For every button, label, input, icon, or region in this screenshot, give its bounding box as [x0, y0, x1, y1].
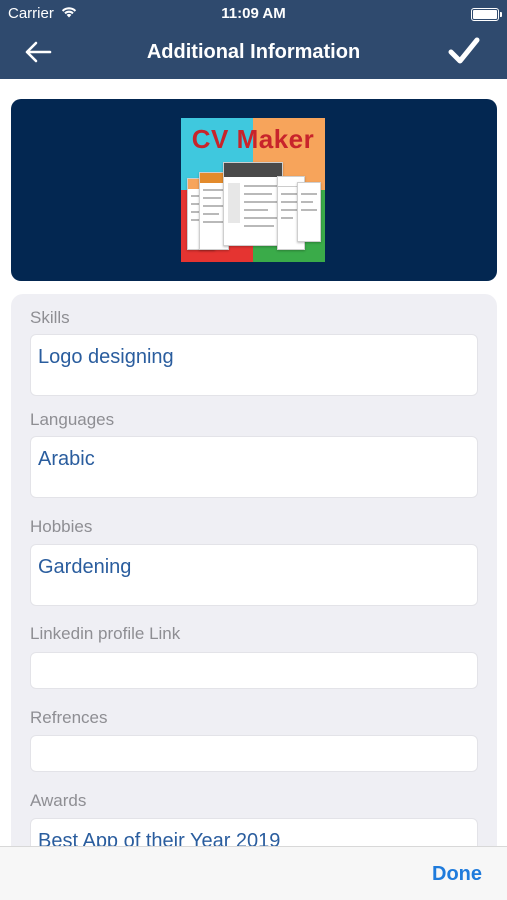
logo-text: CV Maker: [191, 124, 315, 154]
status-time: 11:09 AM: [221, 5, 286, 22]
skills-value: Logo designing: [38, 346, 174, 368]
languages-field[interactable]: Arabic: [30, 436, 478, 498]
checkmark-icon: [448, 37, 480, 70]
languages-label: Languages: [30, 410, 115, 429]
resume-sheet-icon: [297, 182, 321, 242]
references-label: Refrences: [30, 708, 108, 727]
awards-label: Awards: [30, 791, 87, 810]
battery-icon: [471, 8, 502, 21]
skills-field[interactable]: Logo designing: [30, 334, 478, 396]
linkedin-field[interactable]: [30, 652, 478, 689]
resume-sheet-icon: [223, 162, 283, 246]
done-button[interactable]: Done: [432, 863, 482, 886]
status-bar: Carrier 11:09 AM: [0, 0, 507, 28]
header-banner: CV Maker: [11, 99, 497, 281]
additional-info-form: Skills Logo designing Languages Arabic H…: [11, 294, 497, 900]
navigation-bar: Additional Information: [0, 28, 507, 79]
hobbies-label: Hobbies: [30, 517, 93, 536]
skills-label: Skills: [30, 308, 70, 327]
references-field[interactable]: [30, 735, 478, 772]
languages-value: Arabic: [38, 448, 95, 470]
cv-maker-logo: CV Maker: [181, 118, 325, 262]
confirm-button[interactable]: [447, 36, 481, 70]
hobbies-field[interactable]: Gardening: [30, 544, 478, 606]
linkedin-label: Linkedin profile Link: [30, 624, 181, 643]
page-title: Additional Information: [146, 41, 361, 63]
hobbies-value: Gardening: [38, 556, 132, 578]
keyboard-toolbar: Done: [0, 846, 507, 900]
